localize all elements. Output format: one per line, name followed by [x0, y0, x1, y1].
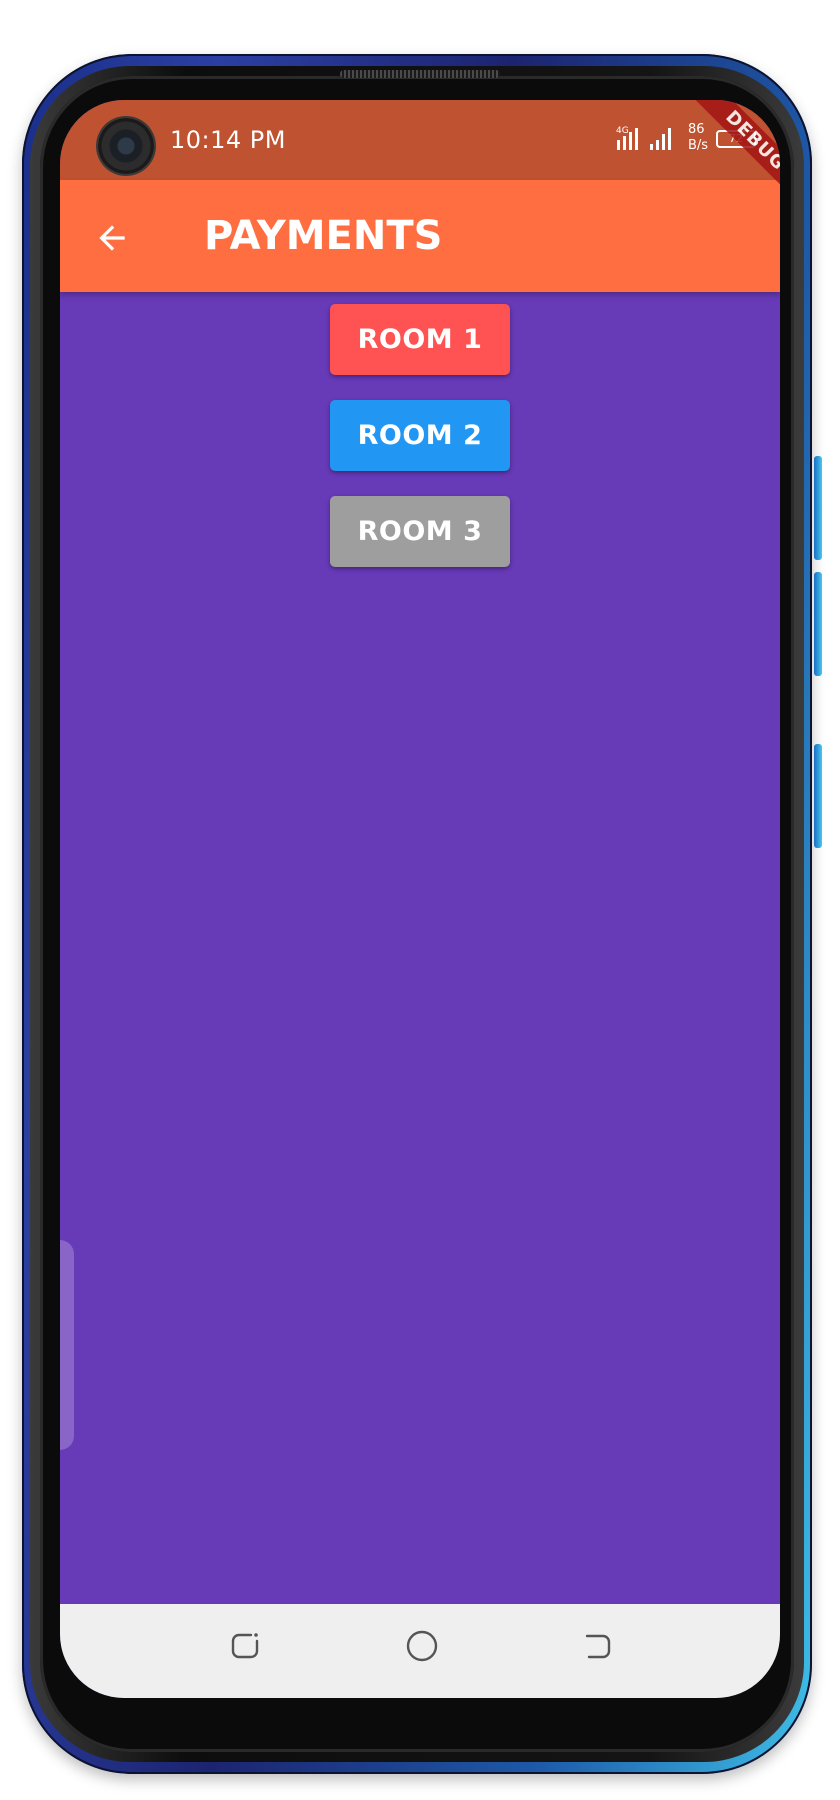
front-camera	[98, 118, 154, 174]
volume-down-button	[814, 572, 822, 676]
signal-strength-icon	[650, 128, 671, 150]
volume-up-button	[814, 456, 822, 560]
device-frame: 10:14 PM 4G 86 B/s 72 DEBUG	[0, 0, 840, 1800]
network-type-label: 4G	[616, 126, 629, 136]
network-speed-unit: B/s	[688, 138, 709, 153]
arrow-left-icon	[99, 225, 125, 251]
room-3-button[interactable]: ROOM 3	[330, 496, 510, 567]
network-speed: 86 B/s	[688, 122, 708, 154]
status-time: 10:14 PM	[170, 126, 286, 154]
edge-panel-handle[interactable]	[60, 1240, 74, 1450]
room-2-button[interactable]: ROOM 2	[330, 400, 510, 471]
room-1-button[interactable]: ROOM 1	[330, 304, 510, 375]
back-icon	[585, 1634, 611, 1659]
system-back-button[interactable]	[578, 1626, 618, 1666]
signal-4g-icon: 4G	[616, 126, 638, 150]
network-speed-value: 86	[688, 122, 705, 137]
screen: 10:14 PM 4G 86 B/s 72 DEBUG	[60, 100, 780, 1698]
system-nav-bar	[60, 1604, 780, 1698]
status-bar: 10:14 PM 4G 86 B/s 72	[60, 100, 780, 180]
earpiece-speaker	[340, 70, 500, 78]
main-content: ROOM 1 ROOM 2 ROOM 3	[60, 292, 780, 1604]
page-title: PAYMENTS	[204, 213, 443, 259]
app-bar: PAYMENTS	[60, 180, 780, 292]
back-button[interactable]	[90, 216, 134, 260]
power-button	[814, 744, 822, 848]
recents-icon	[231, 1633, 259, 1659]
recents-button[interactable]	[226, 1626, 266, 1666]
home-button[interactable]	[402, 1626, 442, 1666]
home-icon	[406, 1630, 438, 1662]
